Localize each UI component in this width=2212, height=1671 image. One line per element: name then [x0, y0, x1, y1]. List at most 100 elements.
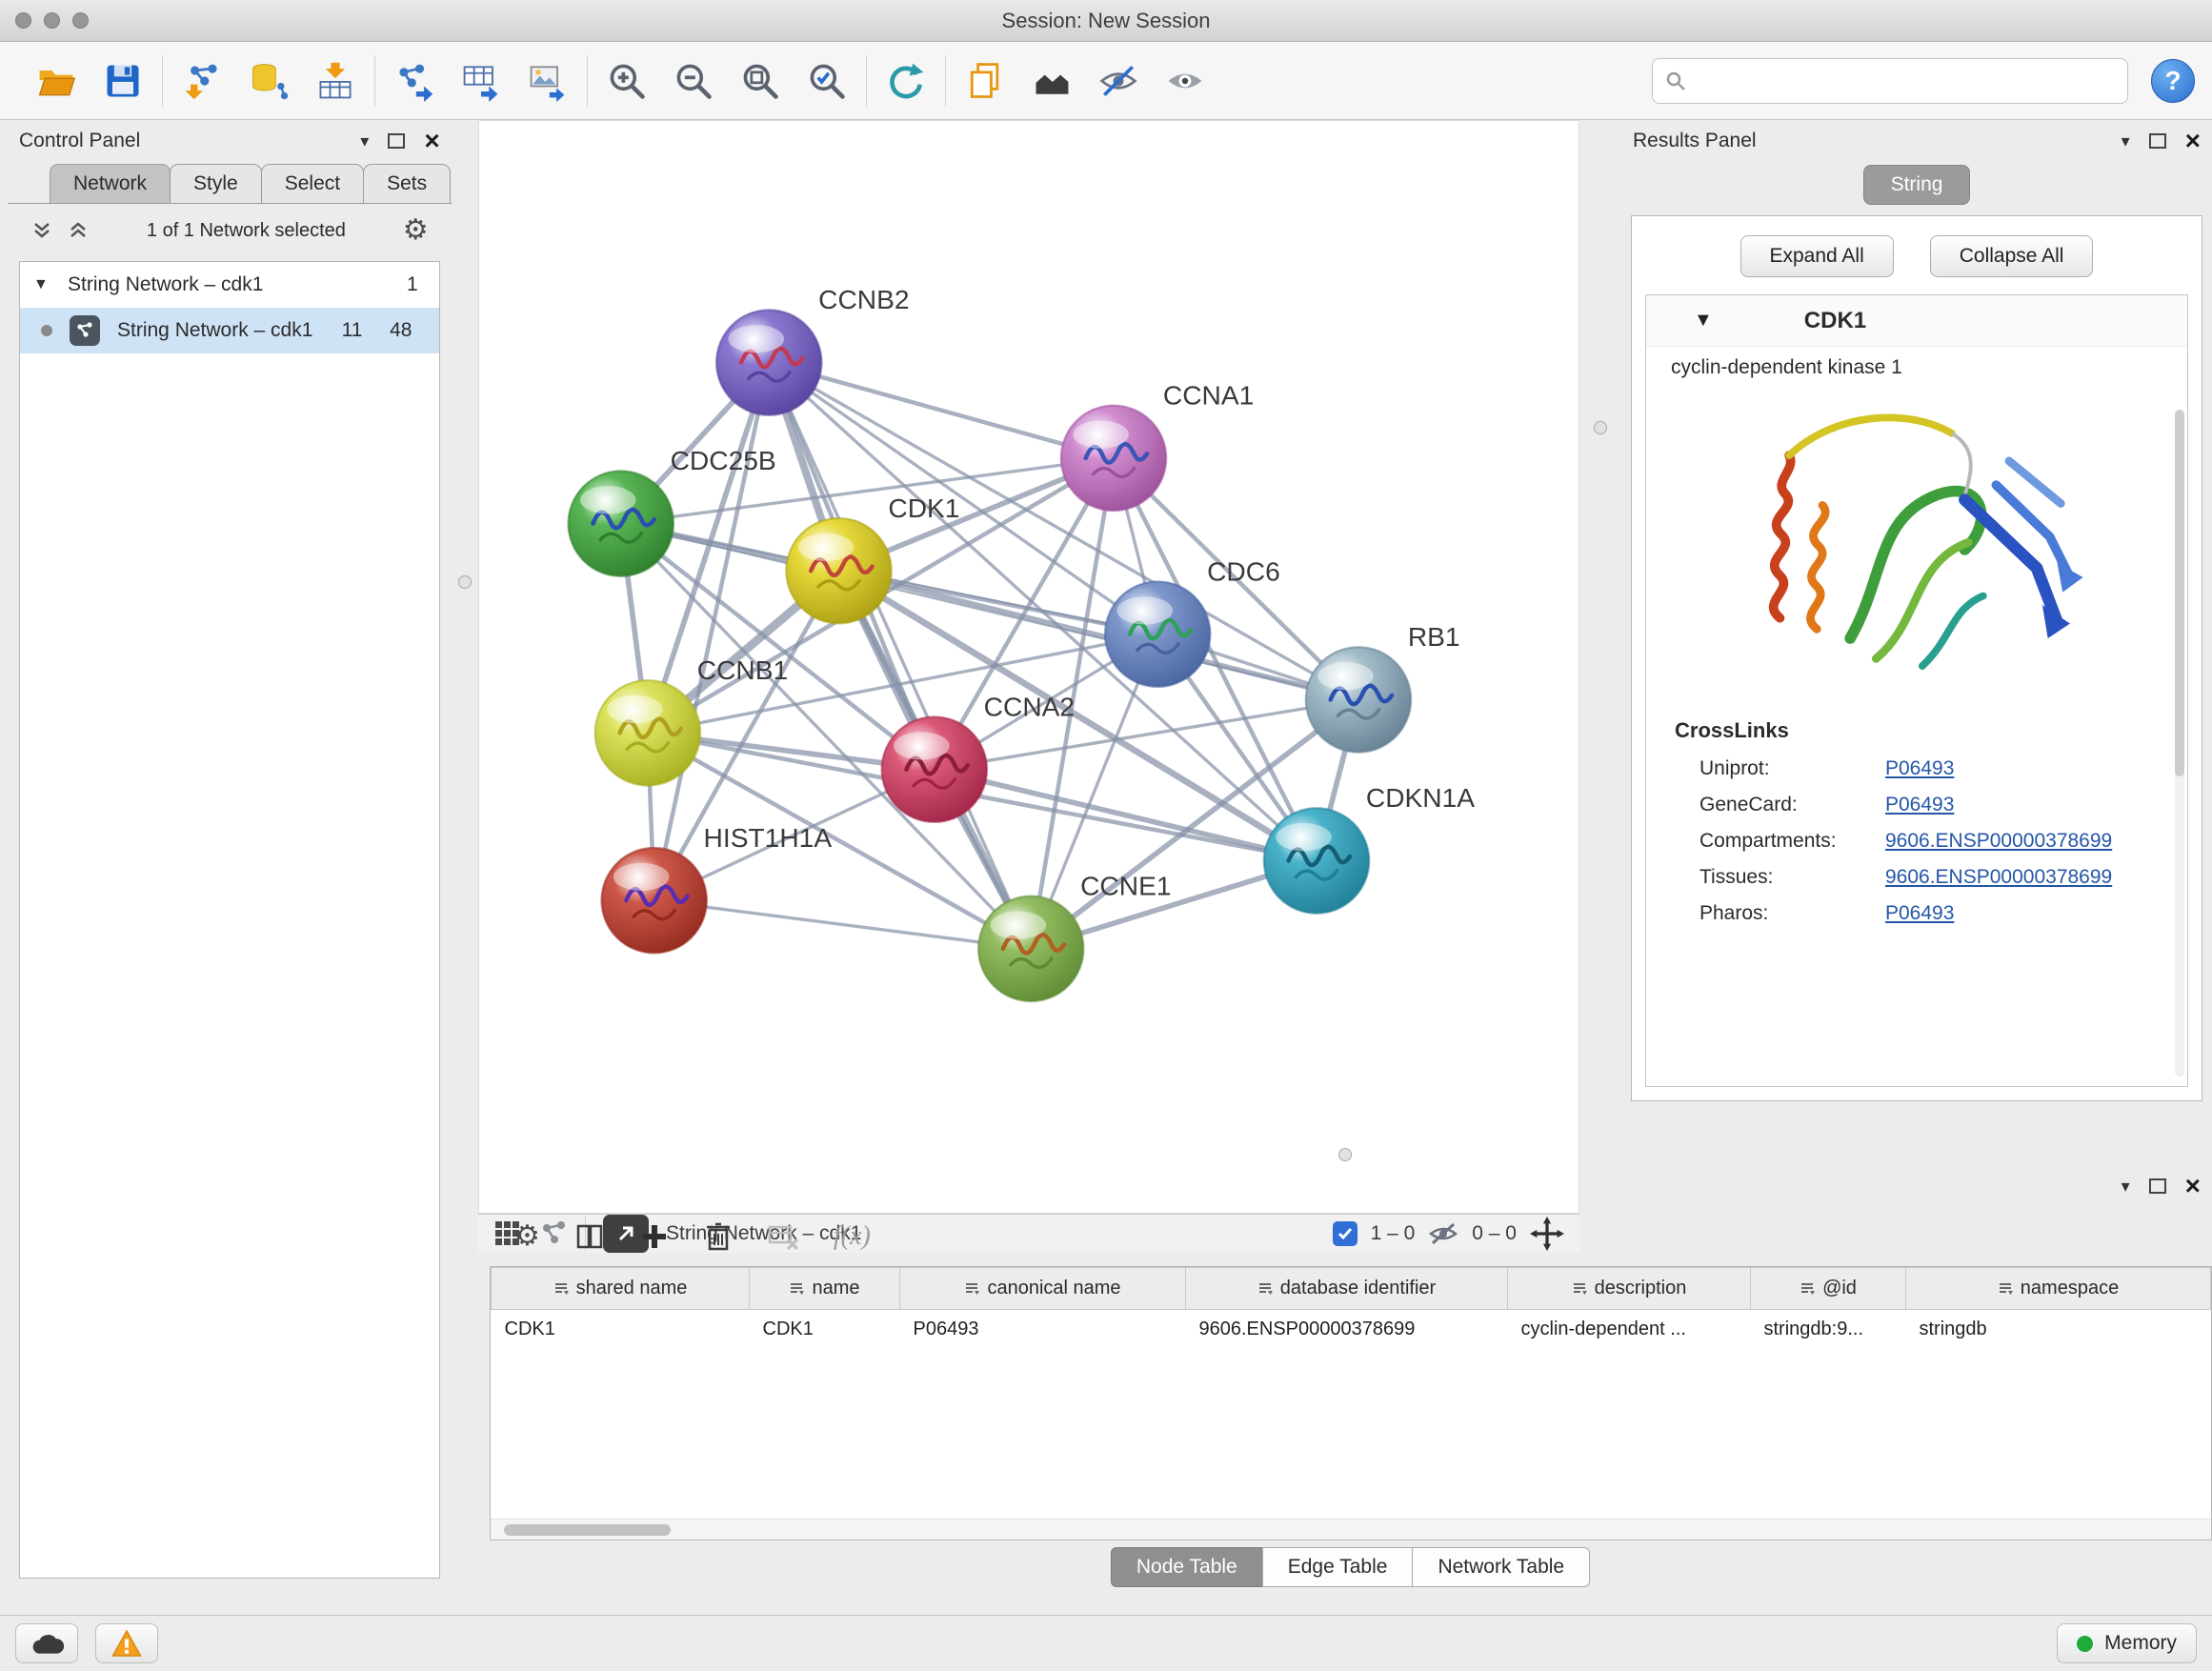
cell-database-identifier[interactable]: 9606.ENSP00000378699	[1186, 1310, 1508, 1350]
tab-network[interactable]: Network	[50, 164, 171, 203]
export-table-button[interactable]	[457, 57, 505, 105]
apply-layout-button[interactable]	[882, 57, 930, 105]
import-network-from-database-button[interactable]	[245, 57, 292, 105]
cell-name[interactable]: CDK1	[750, 1310, 900, 1350]
memory-button[interactable]: Memory	[2057, 1623, 2197, 1663]
network-canvas[interactable]: CCNB2CCNA1CDC25BCDK1CDC6RB1CCNB1CCNA2CDK…	[478, 120, 1579, 1214]
tab-sets[interactable]: Sets	[363, 164, 451, 203]
tree-expand-caret-icon[interactable]: ▼	[33, 276, 62, 293]
cell-canonical-name[interactable]: P06493	[900, 1310, 1186, 1350]
vertical-splitter[interactable]	[1579, 120, 1621, 1145]
panel-close-icon[interactable]: ×	[2185, 131, 2201, 151]
show-hidden-button[interactable]	[1161, 57, 1209, 105]
panel-menu-caret-icon[interactable]: ▾	[360, 131, 369, 151]
horizontal-splitter[interactable]	[478, 1145, 2212, 1165]
zoom-in-button[interactable]	[603, 57, 651, 105]
network-node-CDK1[interactable]: CDK1	[786, 493, 959, 624]
tab-node-table[interactable]: Node Table	[1111, 1547, 1263, 1587]
scrollbar-thumb[interactable]	[504, 1524, 671, 1536]
network-node-CCNA1[interactable]: CCNA1	[1061, 380, 1255, 512]
open-session-button[interactable]	[32, 57, 80, 105]
cell-namespace[interactable]: stringdb	[1906, 1310, 2211, 1350]
splitter-handle[interactable]	[458, 575, 472, 589]
panel-menu-caret-icon[interactable]: ▾	[2122, 131, 2130, 151]
column-header-description[interactable]: description	[1508, 1268, 1751, 1310]
show-columns-icon[interactable]	[574, 1221, 605, 1252]
crosslink-link[interactable]: 9606.ENSP00000378699	[1885, 866, 2112, 889]
delete-column-icon[interactable]	[704, 1221, 733, 1252]
column-header-canonical-name[interactable]: canonical name	[900, 1268, 1186, 1310]
warnings-button[interactable]	[95, 1623, 158, 1663]
expand-all-button[interactable]: Expand All	[1740, 235, 1894, 277]
minimize-window-button[interactable]	[44, 12, 60, 29]
network-node-CCNE1[interactable]: CCNE1	[978, 871, 1172, 1002]
panel-close-icon[interactable]: ×	[424, 131, 439, 151]
tab-style[interactable]: Style	[170, 164, 262, 203]
hide-selected-button[interactable]	[1095, 57, 1142, 105]
table-row[interactable]: CDK1 CDK1 P06493 9606.ENSP00000378699 cy…	[492, 1310, 2211, 1350]
zoom-out-button[interactable]	[670, 57, 717, 105]
column-header-name[interactable]: name	[750, 1268, 900, 1310]
panel-float-icon[interactable]	[2149, 133, 2166, 149]
panel-float-icon[interactable]	[388, 133, 405, 149]
network-node-CCNB1[interactable]: CCNB1	[595, 654, 789, 786]
tab-network-table[interactable]: Network Table	[1412, 1547, 1590, 1587]
collapse-all-icon[interactable]	[30, 219, 53, 242]
network-row-selected[interactable]: String Network – cdk1 11 48	[20, 308, 439, 353]
show-all-networks-button[interactable]	[1028, 57, 1076, 105]
section-collapse-caret-icon[interactable]: ▼	[1694, 310, 1713, 332]
import-network-button[interactable]	[178, 57, 226, 105]
cloud-status-button[interactable]	[15, 1623, 78, 1663]
network-node-HIST1H1A[interactable]: HIST1H1A	[601, 822, 832, 954]
splitter-handle[interactable]	[1594, 421, 1607, 434]
zoom-fit-button[interactable]	[736, 57, 784, 105]
splitter-handle[interactable]	[1338, 1148, 1352, 1161]
network-edge-HIST1H1A-CCNE1[interactable]	[654, 900, 1032, 949]
crosslink-link[interactable]: P06493	[1885, 757, 1954, 780]
column-header-shared-name[interactable]: shared name	[492, 1268, 750, 1310]
search-input[interactable]	[1687, 70, 2116, 91]
import-table-button[interactable]	[312, 57, 359, 105]
network-collection-row[interactable]: ▼ String Network – cdk1 1	[20, 262, 439, 308]
crosslink-link[interactable]: P06493	[1885, 794, 1954, 816]
tab-string[interactable]: String	[1863, 165, 1971, 205]
network-node-CDKN1A[interactable]: CDKN1A	[1264, 782, 1476, 914]
network-node-CDC25B[interactable]: CDC25B	[569, 445, 776, 576]
toolbar-search[interactable]	[1652, 58, 2128, 104]
gene-section-header[interactable]: ▼ CDK1	[1646, 295, 2187, 347]
tab-select[interactable]: Select	[261, 164, 364, 203]
crosslink-link[interactable]: 9606.ENSP00000378699	[1885, 830, 2112, 853]
close-window-button[interactable]	[15, 12, 31, 29]
function-builder-button[interactable]: f(x)	[834, 1221, 871, 1252]
panel-float-icon[interactable]	[2149, 1178, 2166, 1194]
tab-edge-table[interactable]: Edge Table	[1262, 1547, 1414, 1587]
network-edge-CCNA2-CDKN1A[interactable]	[935, 770, 1317, 861]
scrollbar-thumb[interactable]	[2175, 410, 2184, 776]
network-edge-CCNB2-HIST1H1A[interactable]	[654, 363, 770, 901]
column-header-database-identifier[interactable]: database identifier	[1186, 1268, 1508, 1310]
table-settings-gear-icon[interactable]: ⚙	[514, 1222, 540, 1251]
network-options-gear-icon[interactable]: ⚙	[403, 216, 429, 245]
cell-description[interactable]: cyclin-dependent ...	[1508, 1310, 1751, 1350]
column-header-namespace[interactable]: namespace	[1906, 1268, 2211, 1310]
crosslink-link[interactable]: P06493	[1885, 902, 1954, 925]
save-session-button[interactable]	[99, 57, 147, 105]
panel-close-icon[interactable]: ×	[2185, 1177, 2201, 1196]
add-column-icon[interactable]	[639, 1221, 670, 1252]
zoom-window-button[interactable]	[72, 12, 89, 29]
horizontal-scrollbar[interactable]	[491, 1519, 2211, 1540]
cell-shared-name[interactable]: CDK1	[492, 1310, 750, 1350]
collapse-all-button[interactable]: Collapse All	[1930, 235, 2094, 277]
help-button[interactable]: ?	[2151, 59, 2195, 103]
vertical-splitter[interactable]	[452, 120, 478, 1615]
network-graph[interactable]: CCNB2CCNA1CDC25BCDK1CDC6RB1CCNB1CCNA2CDK…	[479, 121, 1579, 1213]
export-image-button[interactable]	[524, 57, 572, 105]
export-network-button[interactable]	[391, 57, 438, 105]
expand-all-icon[interactable]	[67, 219, 90, 242]
panel-menu-caret-icon[interactable]: ▾	[2122, 1177, 2130, 1197]
network-edge-CCNB2-CCNE1[interactable]	[769, 363, 1031, 949]
network-node-RB1[interactable]: RB1	[1306, 621, 1460, 753]
cell-id[interactable]: stringdb:9...	[1751, 1310, 1906, 1350]
results-scrollbar[interactable]	[2175, 410, 2184, 1077]
copy-document-button[interactable]	[961, 57, 1009, 105]
